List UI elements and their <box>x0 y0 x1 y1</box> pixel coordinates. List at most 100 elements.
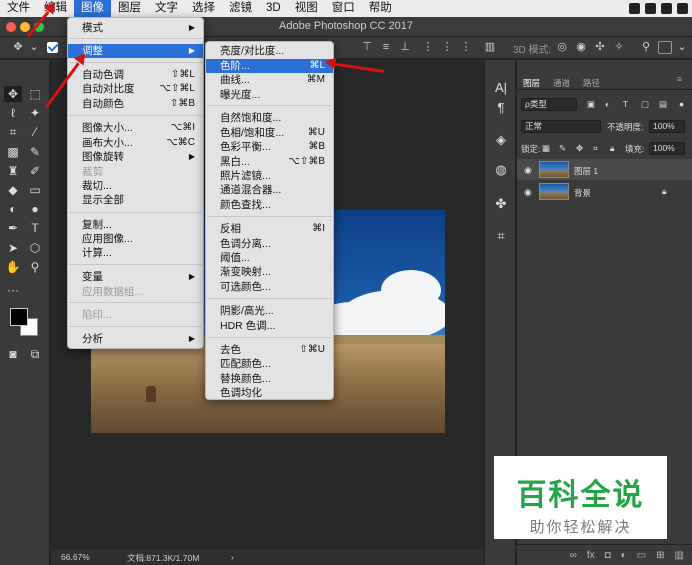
adjust-menu-item[interactable]: 照片滤镜... <box>206 169 333 183</box>
blend-mode-select[interactable]: 正常 <box>521 120 601 133</box>
clone-stamp-icon[interactable]: ♜ <box>4 163 22 179</box>
menu-3[interactable]: 图层 <box>111 0 148 17</box>
status-chevron-icon[interactable]: › <box>231 552 234 562</box>
image-menu-item[interactable]: 应用图像... <box>68 232 203 246</box>
adjust-menu-item[interactable]: 可选颜色... <box>206 280 333 294</box>
image-menu-item[interactable]: 画布大小... ⌥⌘C <box>68 136 203 150</box>
filter-pixel-icon[interactable]: ▣ <box>587 99 595 110</box>
zoom-level[interactable]: 66.67% <box>61 552 90 562</box>
menu-7[interactable]: 3D <box>259 0 288 17</box>
dodge-tool-icon[interactable]: ● <box>26 201 44 217</box>
new-layer-icon[interactable]: ⊞ <box>656 550 664 561</box>
gradient-tool-icon[interactable]: ▭ <box>26 182 44 198</box>
status-icon-2[interactable] <box>645 3 656 14</box>
visibility-eye-icon[interactable]: ◉ <box>524 187 532 198</box>
workspace-icon[interactable] <box>658 41 672 54</box>
align-bottom-icon[interactable]: ⊥ <box>399 41 411 53</box>
shape-tool-icon[interactable]: ⬡ <box>26 240 44 256</box>
adjust-menu-item[interactable]: 色调均化 <box>206 386 333 400</box>
align-middle-icon[interactable]: ≡ <box>380 41 392 53</box>
pen-tool-icon[interactable]: ✒ <box>4 220 22 236</box>
menu-8[interactable]: 视图 <box>288 0 325 17</box>
lock-pixels-icon[interactable]: ✎ <box>559 143 566 154</box>
distribute-icon[interactable]: ⋮ <box>422 41 434 53</box>
3d-rotate-icon[interactable]: ◎ <box>556 41 568 53</box>
lock-all-icon[interactable]: 🔒︎ <box>610 143 615 154</box>
adjust-menu-item[interactable]: 反相 ⌘I <box>206 222 333 236</box>
status-icon-4[interactable] <box>677 3 688 14</box>
adjustment-layer-icon[interactable]: ◐ <box>621 550 627 561</box>
character-panel-icon[interactable]: A| <box>492 80 510 96</box>
crop-tool-icon[interactable]: ⌗ <box>4 124 22 140</box>
menu-0[interactable]: 文件 <box>0 0 37 17</box>
filter-shape-icon[interactable]: ▢ <box>641 99 649 110</box>
more-tools-icon[interactable]: ··· <box>4 282 22 298</box>
lock-position-icon[interactable]: ✥ <box>576 143 583 154</box>
styles-panel-icon[interactable]: ✤ <box>492 196 510 212</box>
adjust-menu-item[interactable]: 色相/饱和度... ⌘U <box>206 126 333 140</box>
image-menu-item[interactable]: 自动颜色 ⇧⌘B <box>68 97 203 111</box>
adjust-menu-item[interactable]: 色彩平衡... ⌘B <box>206 140 333 154</box>
healing-brush-icon[interactable]: ▩ <box>4 144 22 160</box>
visibility-eye-icon[interactable]: ◉ <box>524 165 532 176</box>
3d-pan-icon[interactable]: ✣ <box>594 41 606 53</box>
auto-align-icon[interactable]: ▥ <box>484 41 496 53</box>
distribute-icon-3[interactable]: ⋮ <box>460 41 472 53</box>
add-mask-icon[interactable]: ◘ <box>605 550 611 561</box>
tab-layers[interactable]: 图层 <box>523 77 540 89</box>
adjust-menu-item[interactable]: 曝光度... <box>206 88 333 102</box>
adjustments-panel-icon[interactable]: ◍ <box>492 162 510 178</box>
image-menu-item[interactable]: 图像大小... ⌥⌘I <box>68 121 203 135</box>
adjust-menu-item[interactable]: 色调分离... <box>206 237 333 251</box>
libraries-panel-icon[interactable]: ◈ <box>492 132 510 148</box>
adjust-menu-item[interactable]: 渐变映射... <box>206 265 333 279</box>
type-tool-icon[interactable]: T <box>26 220 44 236</box>
opacity-input[interactable]: 100% <box>649 120 685 133</box>
layer-kind-filter[interactable]: ρ类型 <box>521 98 577 111</box>
adjust-menu-item[interactable]: 阴影/高光... <box>206 304 333 318</box>
adjust-menu-item[interactable]: 去色 ⇧⌘U <box>206 343 333 357</box>
quick-mask-icon[interactable]: ◙ <box>4 346 22 362</box>
hand-tool-icon[interactable]: ✋ <box>4 259 22 275</box>
3d-roll-icon[interactable]: ◉ <box>575 41 587 53</box>
blur-tool-icon[interactable]: ◐ <box>4 201 22 217</box>
trash-icon[interactable]: ▥ <box>675 550 684 561</box>
move-tool-option-icon[interactable]: ✥ <box>12 41 24 53</box>
filter-toggle-icon[interactable]: ● <box>679 99 684 109</box>
adjust-menu-item[interactable]: 阈值... <box>206 251 333 265</box>
layer-row-1[interactable]: ◉ 图层 1 <box>517 159 692 180</box>
filter-smart-icon[interactable]: ▤ <box>659 99 667 110</box>
image-menu-item[interactable]: 计算... <box>68 246 203 260</box>
adjust-menu-item[interactable]: 匹配颜色... <box>206 357 333 371</box>
status-icon-3[interactable] <box>661 3 672 14</box>
adjust-menu-item[interactable]: 黑白... ⌥⇧⌘B <box>206 155 333 169</box>
image-menu-item[interactable]: 裁切... <box>68 179 203 193</box>
path-select-icon[interactable]: ➤ <box>4 240 22 256</box>
filter-adjust-icon[interactable]: ◐ <box>605 99 610 109</box>
filter-type-icon[interactable]: T <box>623 99 628 109</box>
tab-paths[interactable]: 路径 <box>583 77 600 89</box>
adjust-menu-item[interactable]: 自然饱和度... <box>206 111 333 125</box>
eyedropper-icon[interactable]: ⁄ <box>26 124 44 140</box>
auto-select-checkbox[interactable] <box>47 42 58 53</box>
link-layers-icon[interactable]: ∞ <box>570 550 577 561</box>
paragraph-panel-icon[interactable]: ¶ <box>492 100 510 116</box>
chevron-down-icon[interactable]: ⌄ <box>676 41 688 53</box>
adjust-menu-item[interactable]: HDR 色调... <box>206 319 333 333</box>
screen-mode-icon[interactable]: ⧉ <box>26 346 44 362</box>
menu-10[interactable]: 帮助 <box>362 0 399 17</box>
move-tool-icon[interactable]: ✥ <box>4 86 22 102</box>
menu-4[interactable]: 文字 <box>148 0 185 17</box>
image-menu-item[interactable]: 复制... <box>68 218 203 232</box>
crop-panel-icon[interactable]: ⌗ <box>492 228 510 244</box>
brush-tool-icon[interactable]: ✎ <box>26 144 44 160</box>
3d-slide-icon[interactable]: ✧ <box>613 41 625 53</box>
image-menu-item[interactable]: 自动色调 ⇧⌘L <box>68 68 203 82</box>
image-menu-item[interactable]: 自动对比度 ⌥⇧⌘L <box>68 82 203 96</box>
distribute-icon-2[interactable]: ⋮ <box>441 41 453 53</box>
menu-5[interactable]: 选择 <box>185 0 222 17</box>
image-menu-item[interactable]: 分析 ▶ <box>68 332 203 346</box>
dropdown-icon[interactable]: ⌄ <box>28 41 40 53</box>
adjust-menu-item[interactable]: 曲线... ⌘M <box>206 73 333 87</box>
image-menu-item[interactable]: 图像旋转 ▶ <box>68 150 203 164</box>
